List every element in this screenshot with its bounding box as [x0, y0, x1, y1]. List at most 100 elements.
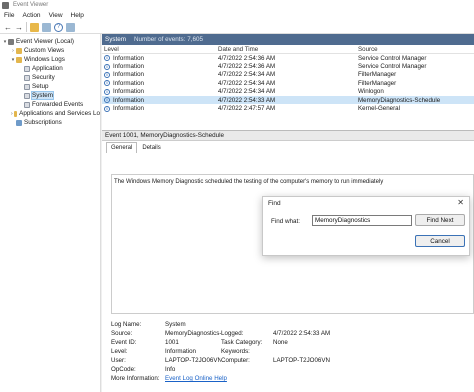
prop-row: Level: Information Keywords: [111, 347, 474, 356]
toolbar: ← → ? [0, 21, 474, 34]
tree-item-label: Setup [32, 83, 49, 90]
menu-view[interactable]: View [49, 12, 63, 19]
level-text: Information [113, 79, 144, 87]
prop-row: More Information: Event Log Online Help [111, 374, 474, 383]
close-icon[interactable]: ✕ [457, 198, 464, 207]
tree-item[interactable]: Application [0, 64, 100, 73]
menu-action[interactable]: Action [22, 12, 40, 19]
level-cell: i Information [102, 88, 218, 95]
toolbar-separator [26, 22, 27, 32]
menu-file[interactable]: File [4, 12, 14, 19]
log-icon [24, 74, 30, 81]
tree-item[interactable]: Subscriptions [0, 118, 100, 127]
table-row[interactable]: i Information 4/7/2022 2:54:36 AM Service C… [102, 62, 474, 70]
task-category-value: None [273, 339, 288, 346]
source-cell: MemoryDiagnostics-Schedule [358, 96, 441, 104]
log-name-label: Log Name: [111, 321, 142, 328]
tree-item-label: Windows Logs [24, 56, 65, 63]
back-arrow-icon[interactable]: ← [4, 23, 12, 32]
table-row[interactable]: i Information 4/7/2022 2:54:34 AM Winlogon [102, 88, 474, 96]
subscription-icon [16, 119, 22, 126]
info-icon: i [104, 63, 110, 70]
more-information-label: More Information: [111, 375, 160, 382]
folder-icon [16, 56, 22, 63]
events-table-header: Level Date and Time Source [102, 45, 474, 54]
date-cell: 4/7/2022 2:54:34 AM [218, 71, 276, 79]
column-source[interactable]: Source [358, 46, 474, 53]
tree-item[interactable]: › Applications and Services Lo [0, 109, 100, 118]
tree-item[interactable]: › Custom Views [0, 46, 100, 55]
info-icon: i [104, 105, 110, 112]
date-cell: 4/7/2022 2:47:57 AM [218, 105, 276, 113]
navigation-tree: ▾ Event Viewer (Local) › Custom Views ▾ Windo… [0, 34, 101, 392]
log-icon [24, 65, 30, 72]
tab-details[interactable]: Details [137, 142, 165, 153]
tree-item-label: Forwarded Events [32, 101, 84, 108]
log-header: System Number of events: 7,605 [102, 34, 474, 45]
find-dialog-title: Find [268, 200, 281, 207]
source-cell: Winlogon [358, 88, 384, 96]
prop-row: Source: MemoryDiagnostics-Schedu Logged:… [111, 329, 474, 338]
tree-item[interactable]: ▾ Event Viewer (Local) [0, 37, 100, 46]
level-text: Information [113, 88, 144, 96]
folder-icon[interactable] [30, 22, 39, 32]
computer-value: LAPTOP-T2JO06VN [273, 357, 330, 364]
event-log-online-help-link[interactable]: Event Log Online Help [165, 375, 227, 382]
column-level[interactable]: Level [102, 46, 218, 53]
tree-item[interactable]: Setup [0, 82, 100, 91]
help-icon[interactable]: ? [54, 22, 63, 32]
computer-label: Computer: [221, 357, 250, 364]
table-row[interactable]: i Information 4/7/2022 2:47:57 AM Kernel-Ge… [102, 104, 474, 112]
level-cell: i Information [102, 55, 218, 62]
source-label: Source: [111, 330, 133, 337]
table-row[interactable]: i Information 4/7/2022 2:54:33 AM MemoryDia… [102, 95, 474, 105]
folder-icon [16, 47, 22, 54]
events-table-body: i Information 4/7/2022 2:54:36 AM Service C… [102, 54, 474, 113]
grid-icon[interactable] [42, 22, 51, 32]
event-description-text: The Windows Memory Diagnostic scheduled … [114, 179, 384, 185]
info-icon: i [104, 97, 110, 104]
prop-row: OpCode: Info [111, 365, 474, 374]
table-row[interactable]: i Information 4/7/2022 2:54:36 AM Service C… [102, 54, 474, 62]
tree-item[interactable]: Forwarded Events [0, 100, 100, 109]
title-bar: Event Viewer [0, 0, 474, 10]
find-what-input[interactable] [312, 215, 412, 226]
forward-arrow-icon[interactable]: → [15, 23, 23, 32]
tree-item[interactable]: Security [0, 73, 100, 82]
date-cell: 4/7/2022 2:54:36 AM [218, 63, 276, 71]
event-detail-title: Event 1001, MemoryDiagnostics-Schedule [102, 131, 474, 141]
find-next-button[interactable]: Find Next [415, 214, 465, 226]
menu-help[interactable]: Help [71, 12, 84, 19]
date-cell: 4/7/2022 2:54:33 AM [218, 96, 276, 104]
table-row[interactable]: i Information 4/7/2022 2:54:34 AM FilterMan… [102, 79, 474, 87]
find-dialog: Find ✕ Find what: Find Next Cancel [262, 196, 470, 256]
logged-value: 4/7/2022 2:54:33 AM [273, 330, 331, 337]
menu-bar: File Action View Help [0, 10, 474, 21]
prop-row: Event ID: 1001 Task Category: None [111, 338, 474, 347]
task-category-label: Task Category: [221, 339, 263, 346]
tab-general[interactable]: General [106, 142, 138, 153]
tree-item-label: Subscriptions [24, 119, 62, 126]
column-date[interactable]: Date and Time [218, 46, 358, 53]
cancel-button[interactable]: Cancel [415, 235, 465, 247]
keywords-label: Keywords: [221, 348, 250, 355]
tree-item[interactable]: System [0, 91, 100, 100]
log-icon [24, 83, 30, 90]
tree-item-label: Application [32, 65, 63, 72]
tree-item[interactable]: ▾ Windows Logs [0, 55, 100, 64]
info-icon: i [104, 55, 110, 62]
level-cell: i Information [102, 71, 218, 78]
level-label: Level: [111, 348, 128, 355]
level-text: Information [113, 54, 144, 62]
table-row[interactable]: i Information 4/7/2022 2:54:34 AM FilterMan… [102, 71, 474, 79]
source-cell: Service Control Manager [358, 63, 427, 71]
prop-row: User: LAPTOP-T2JO06VN\secon Computer: LA… [111, 356, 474, 365]
tree-item-label: Applications and Services Lo [19, 110, 100, 117]
event-id-label: Event ID: [111, 339, 137, 346]
event-properties: Log Name: System Source: MemoryDiagnosti… [111, 320, 474, 383]
events-table: Level Date and Time Source i Information 4… [102, 45, 474, 131]
source-cell: FilterManager [358, 71, 397, 79]
event-viewer-icon [8, 38, 14, 45]
source-cell: FilterManager [358, 79, 397, 87]
panel-icon[interactable] [66, 22, 75, 32]
